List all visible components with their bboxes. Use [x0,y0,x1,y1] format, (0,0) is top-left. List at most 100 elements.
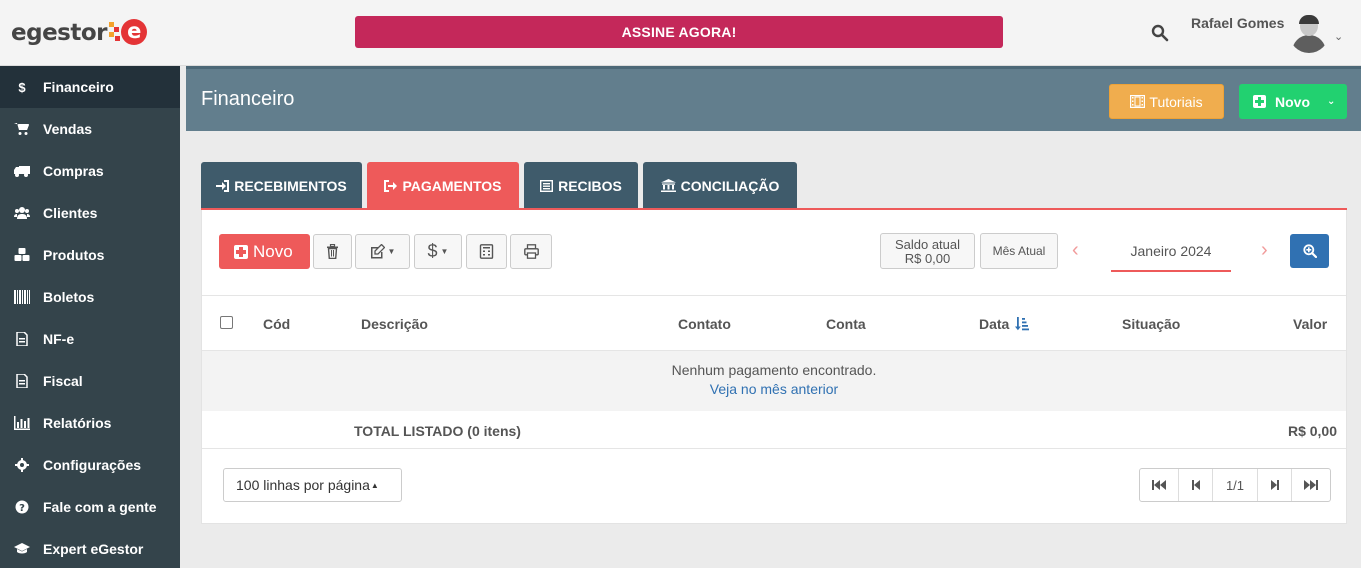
payment-dropdown-button[interactable]: $ ▼ [414,234,462,269]
previous-month-arrow[interactable]: ‹ [1072,240,1079,260]
delete-button[interactable] [313,234,352,269]
last-page-button[interactable] [1292,469,1330,501]
balance-label: Saldo atual [894,237,961,252]
total-value: R$ 0,00 [1287,423,1337,439]
sidebar-item-label: Vendas [43,121,93,137]
plus-square-icon [234,244,248,259]
sidebar-item-label: NF-e [43,331,75,347]
column-valor[interactable]: Valor [1293,316,1327,332]
fast-backward-icon [1152,480,1166,490]
sidebar-item-fale-com-a-gente[interactable]: ? Fale com a gente [0,486,180,528]
sidebar-item-relatorios[interactable]: Relatórios [0,402,180,444]
sidebar-item-nfe[interactable]: NF-e [0,318,180,360]
dollar-icon: $ [18,79,26,95]
column-situacao[interactable]: Situação [1122,316,1180,332]
caret-down-icon: ▼ [440,247,449,256]
previous-month-link[interactable]: Veja no mês anterior [202,381,1346,397]
sidebar-item-label: Relatórios [43,415,112,431]
empty-message: Nenhum pagamento encontrado. [671,362,877,378]
new-payment-label: Novo [253,241,293,261]
new-dropdown-button[interactable]: Novo ⌄ [1239,84,1347,119]
trash-icon [327,244,338,259]
rows-per-page-label: 100 linhas por página [236,477,370,493]
next-month-arrow[interactable]: › [1261,240,1268,260]
sidebar-item-label: Financeiro [43,79,114,95]
rows-per-page-select[interactable]: 100 linhas por página ▲ [223,468,402,502]
sidebar-item-compras[interactable]: Compras [0,150,180,192]
svg-text:?: ? [19,503,25,514]
sidebar-item-fiscal[interactable]: Fiscal [0,360,180,402]
tab-recibos[interactable]: RECIBOS [524,162,638,209]
tab-label: RECEBIMENTOS [234,177,347,194]
dollar-icon: $ [427,241,438,261]
cart-icon [13,121,31,137]
column-data[interactable]: Data [979,316,1030,332]
column-cod[interactable]: Cód [263,316,290,332]
advanced-search-button[interactable] [1290,234,1329,268]
cubes-icon [13,247,31,263]
sidebar-item-vendas[interactable]: Vendas [0,108,180,150]
step-forward-icon [1270,480,1279,490]
table-header: Cód Descrição Contato Conta Data Situaçã… [202,295,1346,351]
previous-page-button[interactable] [1179,469,1213,501]
column-conta[interactable]: Conta [826,316,866,332]
user-name[interactable]: Rafael Gomes [1191,15,1284,31]
avatar[interactable] [1289,13,1329,53]
first-page-button[interactable] [1140,469,1179,501]
tab-conciliacao[interactable]: CONCILIAÇÃO [643,162,797,209]
question-icon: ? [13,499,31,515]
caret-up-icon: ▲ [370,480,379,490]
graduation-cap-icon [13,541,31,557]
tab-label: RECIBOS [558,177,622,194]
tab-label: CONCILIAÇÃO [680,177,780,194]
egestor-logo[interactable]: egestor e [11,18,149,48]
next-page-button[interactable] [1258,469,1292,501]
total-label: TOTAL LISTADO (0 itens) [354,423,521,439]
select-all-checkbox[interactable] [220,316,233,329]
sidebar-item-label: Fale com a gente [43,499,157,515]
step-backward-icon [1191,480,1200,490]
tutorials-label: Tutoriais [1149,93,1203,110]
subscribe-now-button[interactable]: ASSINE AGORA! [355,16,1003,48]
sidebar-item-label: Clientes [43,205,98,221]
tab-recebimentos[interactable]: RECEBIMENTOS [201,162,362,209]
caret-down-icon: ▼ [387,247,396,256]
sidebar-item-financeiro[interactable]: $ Financeiro [0,66,180,108]
chevron-down-icon: ⌄ [1327,96,1336,107]
search-icon[interactable] [1151,24,1169,42]
month-selector[interactable]: Janeiro 2024 [1111,238,1231,272]
chevron-down-icon[interactable]: ⌄ [1334,30,1343,43]
page-header: Financeiro Tutoriais Novo ⌄ [186,66,1361,131]
column-contato[interactable]: Contato [678,316,731,332]
total-row: TOTAL LISTADO (0 itens) R$ 0,00 [202,411,1346,449]
calculator-button[interactable] [466,234,507,269]
tab-pagamentos[interactable]: PAGAMENTOS [367,162,519,209]
page-indicator: 1/1 [1213,469,1258,501]
sign-in-icon [216,179,230,192]
current-month-button[interactable]: Mês Atual [980,233,1058,269]
print-button[interactable] [510,234,552,269]
sidebar-item-label: Produtos [43,247,105,263]
sort-ascending-icon [1015,317,1030,331]
tab-label: PAGAMENTOS [402,177,502,194]
sidebar-item-produtos[interactable]: Produtos [0,234,180,276]
receipt-icon [540,179,554,192]
sidebar-item-label: Fiscal [43,373,83,389]
sidebar-item-boletos[interactable]: Boletos [0,276,180,318]
tutorials-button[interactable]: Tutoriais [1109,84,1224,119]
edit-dropdown-button[interactable]: ▼ [355,234,410,269]
sidebar-item-configuracoes[interactable]: Configurações [0,444,180,486]
new-payment-button[interactable]: Novo [219,234,310,269]
sidebar-item-clientes[interactable]: Clientes [0,192,180,234]
edit-icon [370,244,385,259]
column-data-label: Data [979,316,1010,332]
balance-value: R$ 0,00 [904,251,951,266]
column-descricao[interactable]: Descrição [361,316,428,332]
logo-text: egestor [11,20,108,46]
sidebar-item-expert-egestor[interactable]: Expert eGestor [0,528,180,568]
document-icon [13,373,31,389]
sidebar-item-label: Configurações [43,457,142,473]
bar-chart-icon [13,415,31,431]
page-title: Financeiro [201,88,295,110]
balance-button[interactable]: Saldo atual R$ 0,00 [880,233,975,269]
